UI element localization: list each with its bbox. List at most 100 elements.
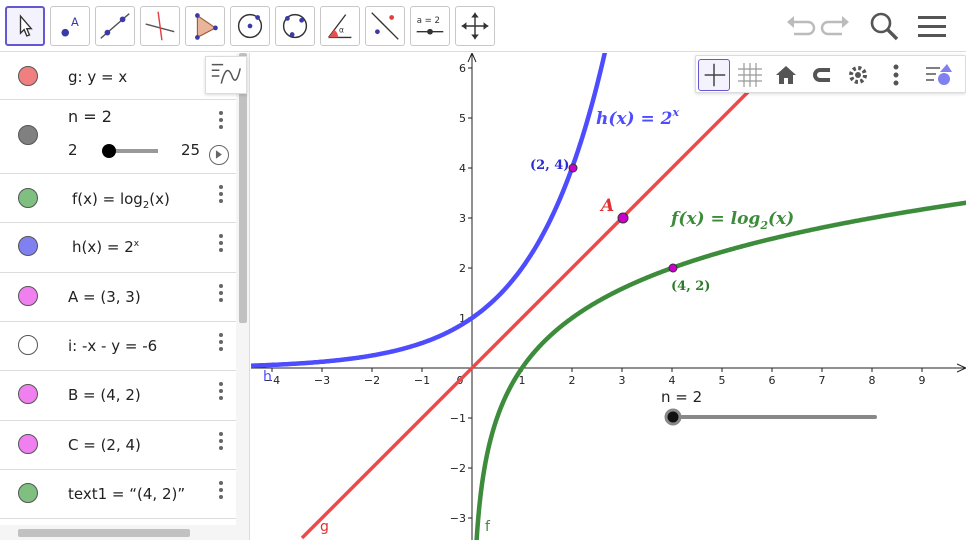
algebra-expr-A: A = (3, 3)	[68, 288, 141, 306]
more-menu-B[interactable]	[218, 382, 224, 403]
x-tick-label: 7	[819, 374, 826, 387]
algebra-view-toggle-button[interactable]	[205, 56, 247, 94]
algebra-view: g: y = x n = 2 2 25 f(x) = log2(x) h(x) …	[0, 53, 250, 540]
visibility-toggle-B[interactable]	[18, 384, 38, 404]
algebra-horizontal-scroll-thumb[interactable]	[18, 529, 190, 537]
y-tick-label: 4	[459, 162, 466, 175]
standard-view-button[interactable]	[770, 59, 802, 91]
perpendicular-icon	[145, 11, 175, 41]
visibility-toggle-C[interactable]	[18, 434, 38, 454]
reflect-tool[interactable]	[365, 6, 405, 46]
more-menu-f[interactable]	[218, 185, 224, 206]
polygon-tool[interactable]	[185, 6, 225, 46]
x-tick-label: 5	[719, 374, 726, 387]
algebra-row-i[interactable]: i: -x - y = -6	[0, 323, 236, 371]
curve-f-formula-label: f(x) = log2(x)	[670, 209, 794, 232]
axes-icon	[704, 63, 726, 87]
slider-knob[interactable]	[102, 144, 116, 158]
algebra-row-g[interactable]: g: y = x	[0, 53, 236, 100]
show-grid-button[interactable]	[734, 59, 766, 91]
cursor-arrow-icon	[19, 14, 33, 37]
y-tick-label: −2	[450, 462, 466, 475]
play-icon	[215, 150, 222, 159]
hamburger-menu-icon	[918, 16, 946, 37]
point-C[interactable]	[568, 163, 578, 173]
search-button[interactable]	[866, 8, 902, 44]
slider-max-label: 25	[181, 141, 201, 159]
circle-three-points-tool[interactable]	[275, 6, 315, 46]
home-icon	[776, 66, 796, 84]
y-tick-label: 5	[459, 112, 466, 125]
algebra-row-text1[interactable]: text1 = “(4, 2)”	[0, 471, 236, 519]
graphics-view[interactable]: −4 −3 −2 −1 0 1 2 3 4 5 6 7 8 9 −3 −2 −1 1 2 3 4 5 6 h(x) = 2…	[251, 53, 966, 540]
style-bar-toggle-icon	[926, 64, 952, 85]
show-axes-button[interactable]	[698, 59, 730, 91]
x-tick-label: 4	[669, 374, 676, 387]
slider-icon: a = 2	[416, 16, 444, 35]
point-A-label: A	[599, 196, 614, 216]
more-menu-C[interactable]	[218, 432, 224, 453]
algebra-row-h[interactable]: h(x) = 2x	[0, 224, 236, 273]
algebra-row-C[interactable]: C = (2, 4)	[0, 422, 236, 470]
more-menu-i[interactable]	[218, 333, 224, 354]
y-tick-label: 3	[459, 212, 466, 225]
move-graphics-tool[interactable]	[455, 6, 495, 46]
point-capturing-button[interactable]	[806, 59, 838, 91]
curve-f-name: f	[485, 519, 491, 535]
redo-button[interactable]	[818, 8, 854, 44]
graphics-canvas[interactable]: −4 −3 −2 −1 0 1 2 3 4 5 6 7 8 9 −3−2−1123456 h(x) = 2…	[251, 53, 966, 540]
point-B[interactable]	[668, 263, 678, 273]
grid-icon	[738, 63, 762, 87]
more-menu-A[interactable]	[218, 284, 224, 305]
expr-f-prefix: f(x) = log	[72, 190, 143, 208]
graphics-slider-knob[interactable]	[664, 408, 682, 426]
point-A[interactable]	[617, 212, 629, 224]
x-tick-label: −1	[414, 374, 430, 387]
algebra-horizontal-scrollbar[interactable]	[0, 525, 249, 540]
line-g-name: g	[320, 519, 329, 535]
algebra-vertical-scrollbar[interactable]	[236, 53, 249, 525]
line-tool[interactable]	[95, 6, 135, 46]
algebra-row-f[interactable]: f(x) = log2(x)	[0, 175, 236, 223]
move-tool[interactable]	[5, 6, 45, 46]
visibility-toggle-g[interactable]	[18, 66, 38, 86]
algebra-row-B[interactable]: B = (4, 2)	[0, 372, 236, 421]
point-C-text: (2, 4)	[530, 158, 569, 173]
visibility-toggle-i[interactable]	[18, 335, 38, 355]
perpendicular-tool[interactable]	[140, 6, 180, 46]
visibility-toggle-f[interactable]	[18, 188, 38, 208]
line-g[interactable]	[300, 86, 754, 540]
move-arrows-icon	[461, 12, 489, 40]
curve-h[interactable]	[251, 53, 608, 368]
angle-tool[interactable]: α	[320, 6, 360, 46]
graphics-slider-label: n = 2	[661, 388, 702, 406]
menu-button[interactable]	[914, 8, 950, 44]
point-icon: A	[61, 15, 79, 37]
visibility-toggle-A[interactable]	[18, 286, 38, 306]
algebra-row-n[interactable]: n = 2 2 25	[0, 101, 236, 174]
play-animation-button[interactable]	[209, 145, 229, 165]
style-bar-toggle-button[interactable]	[922, 59, 954, 91]
point-tool[interactable]: A	[50, 6, 90, 46]
visibility-toggle-n[interactable]	[18, 125, 38, 145]
undo-button[interactable]	[782, 8, 818, 44]
x-tick-label: 3	[619, 374, 626, 387]
more-menu-text1[interactable]	[218, 481, 224, 502]
y-tick-label: −1	[450, 412, 466, 425]
slider-tool-label: a = 2	[417, 16, 440, 26]
circle-center-tool[interactable]	[230, 6, 270, 46]
more-options-button[interactable]	[880, 59, 912, 91]
curve-f[interactable]	[474, 200, 966, 540]
line-icon	[100, 13, 130, 39]
visibility-toggle-text1[interactable]	[18, 483, 38, 503]
toolbar: A α a = 2	[0, 0, 966, 52]
kebab-menu-icon	[893, 64, 899, 86]
more-menu-h[interactable]	[218, 234, 224, 255]
slider-tool[interactable]: a = 2	[410, 6, 450, 46]
visibility-toggle-h[interactable]	[18, 236, 38, 256]
algebra-row-A[interactable]: A = (3, 3)	[0, 274, 236, 322]
graphics-settings-button[interactable]	[842, 59, 874, 91]
more-menu-n[interactable]	[218, 111, 224, 132]
algebra-expr-text1: text1 = “(4, 2)”	[68, 485, 186, 503]
redo-icon	[820, 16, 849, 36]
